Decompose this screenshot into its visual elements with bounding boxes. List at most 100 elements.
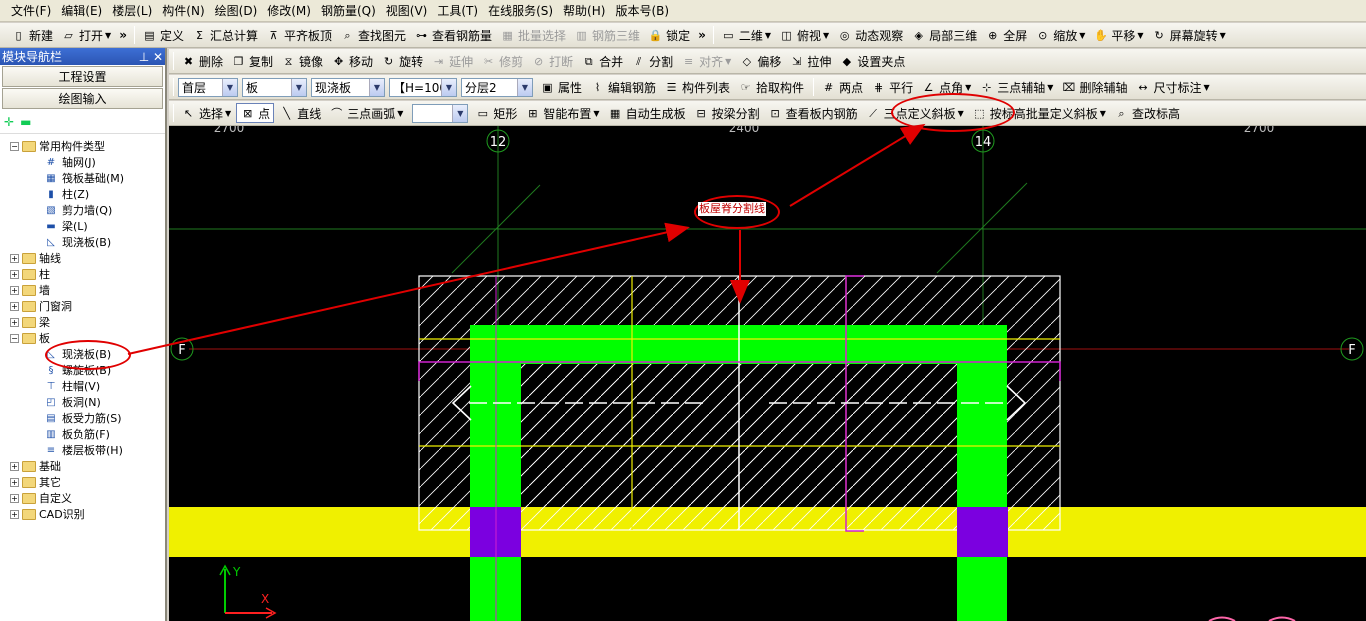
rectangle-button[interactable]: ▭ 矩形 [472, 103, 520, 123]
check-elevation-button[interactable]: ⌕ 查改标高 [1111, 103, 1183, 123]
collapse-icon[interactable]: − [10, 333, 19, 343]
chevron-down-icon[interactable]: ▼ [965, 83, 971, 92]
close-icon[interactable]: ✕ [151, 50, 165, 64]
align-slab-button[interactable]: ⊼ 平齐板顶 [263, 25, 335, 45]
stretch-button[interactable]: ⇲ 拉伸 [786, 51, 834, 71]
chevron-down-icon[interactable]: ▼ [1079, 31, 1085, 40]
tree-item-shear-wall[interactable]: ▧ 剪力墙(Q) [44, 202, 112, 218]
zoom-button[interactable]: ⊙ 缩放 ▼ [1032, 25, 1088, 45]
arc-option-select[interactable]: ▼ [412, 103, 469, 123]
local-3d-button[interactable]: ◈ 局部三维 [908, 25, 980, 45]
menu-item-1[interactable]: 编辑(E) [56, 0, 107, 21]
menu-item-5[interactable]: 修改(M) [262, 0, 316, 21]
edit-rebar-button[interactable]: ⌇ 编辑钢筋 [587, 77, 659, 97]
view-slab-rebar-button[interactable]: ⊡ 查看板内钢筋 [765, 103, 861, 123]
tree-item-column[interactable]: ▮ 柱(Z) [44, 186, 89, 202]
parallel-axis-button[interactable]: ⋕ 平行 [868, 77, 916, 97]
orbit-button[interactable]: ◎ 动态观察 [834, 25, 906, 45]
tree-group-4[interactable]: + 梁 [10, 314, 50, 330]
tree-item-column-cap[interactable]: ⊤ 柱帽(V) [44, 378, 100, 394]
chevron-down-icon[interactable]: ▼ [1203, 83, 1209, 92]
cursor-button[interactable]: ↖ 选择 ▼ [178, 103, 234, 123]
tree-group-bottom-3[interactable]: + CAD识别 [10, 506, 85, 522]
column-right[interactable] [957, 507, 1008, 557]
menu-item-7[interactable]: 视图(V) [381, 0, 433, 21]
line-button[interactable]: ╲ 直线 [276, 103, 324, 123]
thickness-select[interactable]: 【H=100】▼ [389, 77, 457, 97]
2d-view-button[interactable]: ▭ 二维 ▼ [718, 25, 774, 45]
auto-slab-button[interactable]: ▦ 自动生成板 [605, 103, 689, 123]
chevron-down-icon[interactable]: ▼ [1100, 109, 1106, 118]
tree-group-slab[interactable]: − 板 [10, 330, 50, 346]
three-point-axis-button[interactable]: ⊹ 三点辅轴 ▼ [976, 77, 1056, 97]
menu-item-2[interactable]: 楼层(L) [107, 0, 157, 21]
tree-item-slab-negative-rebar[interactable]: ▥ 板负筋(F) [44, 426, 110, 442]
chevron-down-icon[interactable]: ▼ [1220, 31, 1226, 40]
fullscreen-button[interactable]: ⊕ 全屏 [982, 25, 1030, 45]
pin-icon[interactable]: ⊥ [137, 50, 151, 64]
new-file-button[interactable]: ▯ 新建 [8, 25, 56, 45]
chevron-down-icon[interactable]: ▼ [105, 31, 111, 40]
tree-group-common[interactable]: − 常用构件类型 [10, 138, 105, 154]
tree-group-0[interactable]: + 轴线 [10, 250, 61, 266]
tree-group-2[interactable]: + 墙 [10, 282, 50, 298]
collapse-all-icon[interactable]: ▬ [20, 115, 31, 129]
tree-group-bottom-1[interactable]: + 其它 [10, 474, 61, 490]
offset-button[interactable]: ◇ 偏移 [736, 51, 784, 71]
chevron-down-icon[interactable]: ▼ [593, 109, 599, 118]
tree-group-1[interactable]: + 柱 [10, 266, 50, 282]
grip-button[interactable]: ◆ 设置夹点 [836, 51, 908, 71]
tree-item-slab-main-rebar[interactable]: ▤ 板受力筋(S) [44, 410, 121, 426]
align-button[interactable]: ≡ 对齐 ▼ [678, 51, 734, 71]
layer-select[interactable]: 分层2 ▼ [461, 77, 533, 97]
split-button[interactable]: ⫽ 分割 [628, 51, 676, 71]
chevron-down-icon[interactable]: ▼ [225, 109, 231, 118]
expand-icon[interactable]: + [10, 285, 19, 295]
tree-item-floor-strip[interactable]: ≡ 楼层板带(H) [44, 442, 123, 458]
tree-group-bottom-2[interactable]: + 自定义 [10, 490, 72, 506]
expand-icon[interactable]: + [10, 493, 19, 503]
menu-item-10[interactable]: 帮助(H) [558, 0, 610, 21]
delete-axis-button[interactable]: ⌧ 删除辅轴 [1058, 77, 1130, 97]
mirror-button[interactable]: ⧖ 镜像 [278, 51, 326, 71]
tree-item-raft-foundation[interactable]: ▦ 筏板基础(M) [44, 170, 124, 186]
expand-icon[interactable]: + [10, 461, 19, 471]
tree-item-grid[interactable]: # 轴网(J) [44, 154, 96, 170]
dimension-button[interactable]: ↔ 尺寸标注 ▼ [1132, 77, 1212, 97]
open-folder-button[interactable]: ▱ 打开 ▼ [58, 25, 114, 45]
menu-item-11[interactable]: 版本号(B) [610, 0, 674, 21]
menu-item-6[interactable]: 钢筋量(Q) [316, 0, 381, 21]
pick-component-button[interactable]: ☞ 拾取构件 [735, 77, 807, 97]
tree-item-cast-slab[interactable]: ◺ 现浇板(B) [44, 234, 111, 250]
define-button[interactable]: ▤ 定义 [139, 25, 187, 45]
point-button[interactable]: ⊠ 点 [236, 103, 275, 123]
expand-icon[interactable]: + [10, 269, 19, 279]
sigma-button[interactable]: Σ 汇总计算 [189, 25, 261, 45]
move-button[interactable]: ✥ 移动 [328, 51, 376, 71]
collapse-icon[interactable]: − [10, 141, 19, 151]
extend-button[interactable]: ⇥ 延伸 [428, 51, 476, 71]
component-list-button[interactable]: ☰ 构件列表 [661, 77, 733, 97]
menu-item-8[interactable]: 工具(T) [432, 0, 483, 21]
batch-select-button[interactable]: ▦ 批量选择 [497, 25, 569, 45]
chevron-down-icon[interactable]: ▼ [725, 57, 731, 66]
chevron-down-icon[interactable]: ▼ [765, 31, 771, 40]
tree-group-bottom-0[interactable]: + 基础 [10, 458, 61, 474]
view-rebar-button[interactable]: ⊶ 查看钢筋量 [411, 25, 495, 45]
component-type-select[interactable]: 板 ▼ [242, 77, 307, 97]
expand-all-icon[interactable]: ✛ [4, 115, 14, 129]
menu-item-4[interactable]: 绘图(D) [210, 0, 263, 21]
split-by-beam-button[interactable]: ⊟ 按梁分割 [691, 103, 763, 123]
expand-icon[interactable]: + [10, 301, 19, 311]
expand-icon[interactable]: + [10, 253, 19, 263]
expand-icon[interactable]: + [10, 317, 19, 327]
merge-button[interactable]: ⧉ 合并 [578, 51, 626, 71]
drawing-input-button[interactable]: 绘图输入 [2, 88, 163, 109]
two-point-axis-button[interactable]: # 两点 [818, 77, 866, 97]
menu-item-0[interactable]: 文件(F) [6, 0, 56, 21]
smart-layout-button[interactable]: ⊞ 智能布置 ▼ [522, 103, 602, 123]
pan-button[interactable]: ✋ 平移 ▼ [1090, 25, 1146, 45]
expand-icon[interactable]: + [10, 509, 19, 519]
properties-button[interactable]: ▣ 属性 [537, 77, 585, 97]
trim-button[interactable]: ✂ 修剪 [478, 51, 526, 71]
